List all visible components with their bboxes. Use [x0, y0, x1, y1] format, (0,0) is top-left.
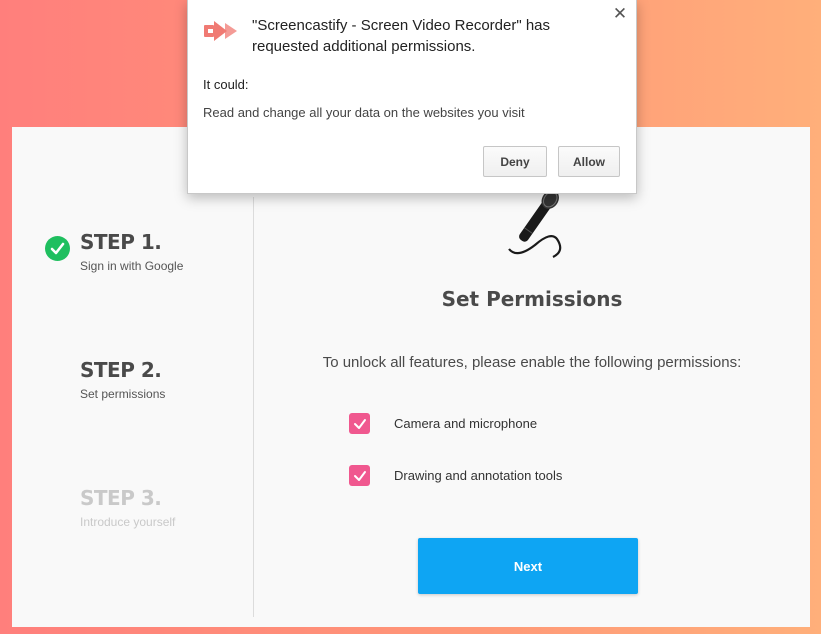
dialog-could-label: It could: [203, 77, 249, 92]
step-3-title: STEP 3. [80, 486, 162, 510]
next-button[interactable]: Next [418, 538, 638, 594]
step-2: STEP 2. Set permissions [80, 358, 165, 401]
step-3-subtitle: Introduce yourself [80, 515, 176, 529]
dialog-title: "Screencastify - Screen Video Recorder" … [252, 17, 551, 55]
steps-divider [253, 197, 254, 617]
screencastify-logo-icon [204, 21, 237, 41]
step-1: STEP 1. Sign in with Google [80, 230, 183, 273]
close-icon[interactable]: ✕ [612, 5, 628, 22]
check-circle-icon [45, 236, 70, 261]
step-1-title: STEP 1. [80, 230, 162, 254]
step-2-title: STEP 2. [80, 358, 162, 382]
page-title: Set Permissions [441, 287, 623, 311]
camera-mic-label: Camera and microphone [394, 416, 538, 431]
permission-dialog: "Screencastify - Screen Video Recorder" … [187, 0, 637, 194]
camera-mic-checkbox[interactable] [349, 413, 370, 434]
permission-camera-mic[interactable]: Camera and microphone [349, 413, 537, 434]
deny-button[interactable]: Deny [483, 146, 547, 177]
onboarding-card: STEP 1. Sign in with Google STEP 2. Set … [12, 127, 810, 627]
permissions-intro: To unlock all features, please enable th… [322, 354, 742, 371]
microphone-icon [508, 190, 562, 258]
drawing-tools-checkbox[interactable] [349, 465, 370, 486]
step-2-subtitle: Set permissions [80, 387, 166, 401]
checkmark-icon [353, 470, 366, 481]
drawing-tools-label: Drawing and annotation tools [394, 468, 563, 483]
dialog-permission-text: Read and change all your data on the web… [203, 105, 525, 120]
step-1-subtitle: Sign in with Google [80, 259, 184, 273]
permission-drawing-tools[interactable]: Drawing and annotation tools [349, 465, 562, 486]
checkmark-icon [353, 418, 366, 429]
allow-button[interactable]: Allow [558, 146, 620, 177]
step-3: STEP 3. Introduce yourself [80, 486, 175, 529]
